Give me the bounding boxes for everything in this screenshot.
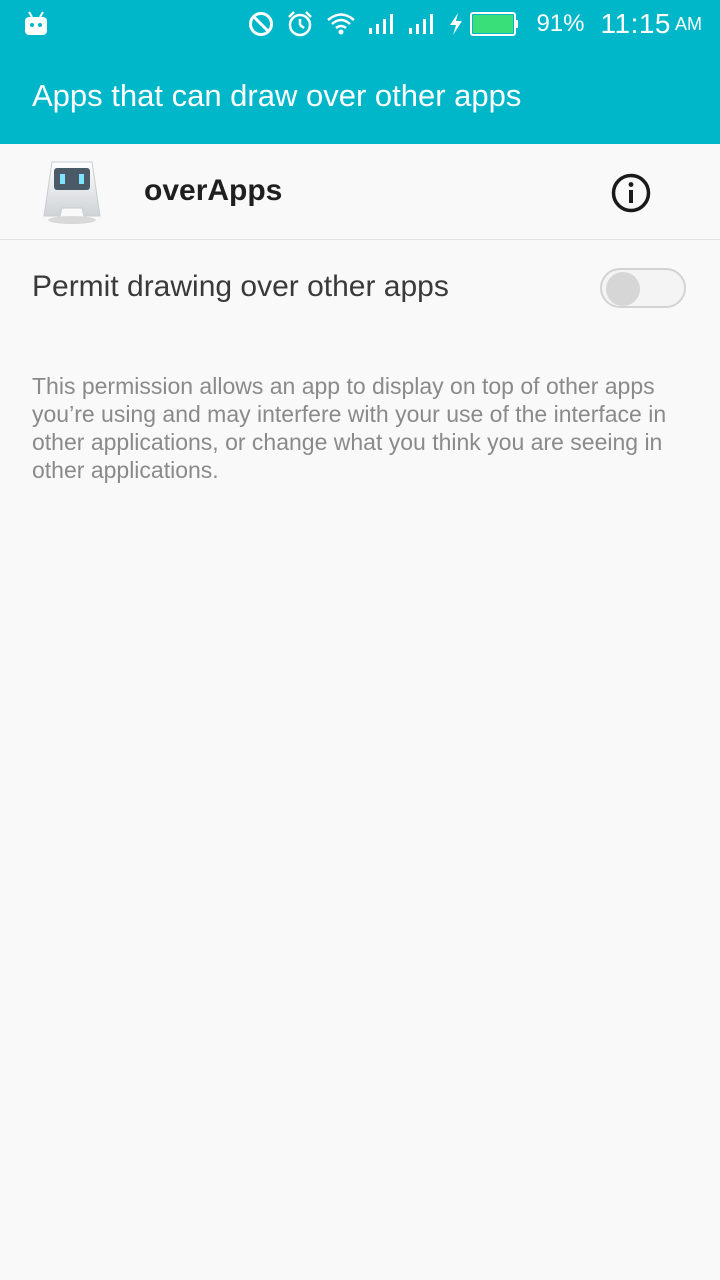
info-icon[interactable] (610, 172, 652, 214)
permission-toggle[interactable] (600, 268, 686, 308)
do-not-disturb-icon (249, 12, 274, 36)
permission-description: This permission allows an app to display… (32, 373, 667, 483)
battery-percent: 91% (536, 10, 585, 37)
app-bar: Apps that can draw over other apps (0, 48, 720, 144)
battery-icon (470, 12, 519, 36)
clock-time: 11:15 (600, 8, 671, 39)
app-name: overApps (144, 174, 283, 207)
signal-icon (409, 14, 434, 34)
wifi-icon (327, 13, 356, 35)
toggle-knob (606, 272, 640, 306)
alarm-icon (288, 11, 313, 37)
permission-label: Permit drawing over other apps (32, 270, 449, 303)
page-title: Apps that can draw over other apps (32, 78, 522, 113)
clock-ampm: AM (675, 13, 702, 34)
cordova-app-icon (43, 161, 101, 224)
status-bar: 91% 11:15 AM (0, 0, 720, 48)
app-header: overApps (0, 144, 720, 240)
permission-row[interactable]: Permit drawing over other apps (0, 240, 720, 340)
signal-icon (369, 14, 394, 34)
android-notification-icon (25, 11, 47, 35)
charging-icon (450, 13, 463, 35)
